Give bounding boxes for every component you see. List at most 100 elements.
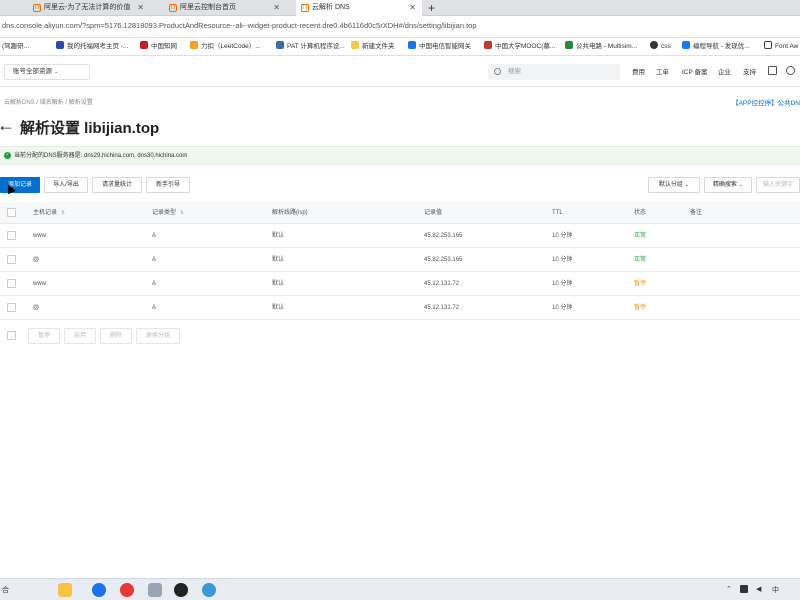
table-row[interactable]: www A 默认 45.12.131.72 10 分钟 暂停: [0, 272, 800, 296]
volume-icon[interactable]: ◀: [756, 585, 761, 593]
edge-icon[interactable]: [92, 583, 106, 597]
os-taskbar: 合 ⌃ ◀ 中: [0, 578, 800, 600]
gateway-favicon-icon: [408, 41, 416, 49]
browser-tab-console[interactable]: [ ] 阿里云控制台首页 ✕: [164, 0, 286, 16]
bookmark-item[interactable]: 公共电路 - Multisim...: [565, 41, 637, 53]
col-host[interactable]: 主机记录 ⇅: [33, 202, 65, 224]
bulk-select-checkbox[interactable]: [7, 331, 16, 340]
cell-host: @: [33, 257, 40, 263]
css-favicon-icon: [650, 41, 658, 49]
bookmark-item[interactable]: Font Aw: [764, 41, 798, 53]
nav-icp[interactable]: ICP 备案: [682, 66, 708, 76]
tab-label: 阿里云控制台首页: [180, 4, 236, 11]
browser-tab-aliyun-home[interactable]: [ ] 阿里云-为了无法计算的价值 ✕: [28, 0, 150, 16]
cell-value: 45.12.131.72: [424, 305, 460, 311]
back-arrow-icon[interactable]: ←: [0, 115, 15, 135]
browser-tab-dns[interactable]: [ ] 云解析 DNS ✕: [296, 0, 422, 16]
sort-icon[interactable]: ⇅: [61, 210, 65, 216]
col-ttl: TTL: [552, 210, 563, 216]
console-search-input[interactable]: 搜索: [488, 64, 620, 80]
chevron-down-icon: ⌄: [54, 69, 59, 75]
row-checkbox[interactable]: [7, 231, 16, 240]
bookmark-item[interactable]: 中国大学MOOC(慕...: [484, 41, 555, 53]
status-badge: 暂停: [634, 281, 647, 287]
taskbar-search-label[interactable]: 合: [2, 585, 9, 595]
cell-value: 45.12.131.72: [424, 281, 460, 287]
search-mode-select[interactable]: 精确搜索 ⌄: [704, 177, 752, 193]
nav-support[interactable]: 支持: [743, 66, 756, 76]
close-tab-icon[interactable]: ✕: [273, 0, 280, 16]
status-badge: 正常: [634, 233, 647, 239]
bulk-pause-button[interactable]: 暂停: [28, 328, 60, 344]
cell-ttl: 10 分钟: [552, 257, 573, 263]
table-row[interactable]: @ A 默认 45.82.253.165 10 分钟 正常: [0, 248, 800, 272]
app-icon[interactable]: [148, 583, 162, 597]
table-row[interactable]: www A 默认 45.82.253.165 10 分钟 正常: [0, 224, 800, 248]
new-tab-button[interactable]: +: [428, 0, 435, 16]
nav-enterprise[interactable]: 企业: [718, 66, 731, 76]
tray-app-icon[interactable]: [740, 585, 748, 593]
notification-icon[interactable]: [786, 66, 795, 75]
table-row[interactable]: @ A 默认 45.12.131.72 10 分钟 暂停: [0, 296, 800, 320]
terminal-icon[interactable]: [768, 66, 777, 75]
app-icon[interactable]: [202, 583, 216, 597]
close-tab-icon[interactable]: ✕: [409, 0, 416, 16]
cell-line: 默认: [272, 257, 285, 263]
row-checkbox[interactable]: [7, 303, 16, 312]
bookmark-item[interactable]: (驾趣研...: [2, 41, 29, 53]
cell-value: 45.82.253.165: [424, 233, 463, 239]
cell-type: A: [152, 257, 157, 263]
nav-billing[interactable]: 费用: [632, 66, 645, 76]
cell-line: 默认: [272, 233, 285, 239]
page-title: 解析设置 libijian.top: [20, 120, 160, 137]
bookmark-item[interactable]: css: [650, 41, 671, 53]
col-type[interactable]: 记录类型 ⇅: [152, 202, 184, 224]
request-stats-button[interactable]: 请求量统计: [92, 177, 142, 193]
row-checkbox[interactable]: [7, 255, 16, 264]
chevron-down-icon: ⌄: [738, 182, 744, 188]
url-text[interactable]: dns.console.aliyun.com/?spm=5176.1281809…: [2, 21, 477, 30]
import-export-button[interactable]: 导入/导出: [44, 177, 88, 193]
status-badge: 正常: [634, 257, 647, 263]
toefl-favicon-icon: [56, 41, 64, 49]
breadcrumb-item[interactable]: 云解析DNS: [4, 100, 35, 106]
breadcrumb-item[interactable]: 域名解析: [40, 100, 64, 106]
nav-tickets[interactable]: 工单: [656, 66, 669, 76]
console-top-nav: 账号全部资源 ⌄ 搜索 费用 工单 ICP 备案 企业 支持: [0, 57, 800, 87]
app-promo-link[interactable]: 【APP控控停】公共DN: [732, 97, 800, 107]
col-status: 状态: [634, 210, 647, 216]
keyword-input[interactable]: 输入关键字: [756, 177, 800, 193]
chrome-icon[interactable]: [120, 583, 134, 597]
address-bar[interactable]: dns.console.aliyun.com/?spm=5176.1281809…: [0, 16, 800, 38]
search-icon: [494, 68, 501, 75]
bookmark-item[interactable]: 中国电信智能网关: [408, 41, 471, 53]
sort-icon[interactable]: ⇅: [180, 210, 184, 216]
chevron-up-icon[interactable]: ⌃: [726, 585, 732, 593]
tab-label: 阿里云-为了无法计算的价值: [44, 4, 131, 11]
bookmark-item[interactable]: PAT 计算机程序设...: [276, 41, 345, 53]
row-checkbox[interactable]: [7, 279, 16, 288]
cell-type: A: [152, 305, 157, 311]
group-select[interactable]: 默认分组 ⌄: [648, 177, 700, 193]
bookmark-item[interactable]: 新建文件夹: [351, 41, 395, 53]
tab-label: 云解析 DNS: [312, 4, 350, 11]
widget-icon[interactable]: [58, 583, 72, 597]
cell-host: www: [33, 233, 46, 239]
bulk-enable-button[interactable]: 启用: [64, 328, 96, 344]
bookmark-item[interactable]: 中国知网: [140, 41, 177, 53]
qq-icon[interactable]: [174, 583, 188, 597]
cell-line: 默认: [272, 305, 285, 311]
bookmark-item[interactable]: 编程导航 - 发现优...: [682, 41, 750, 53]
aliyun-favicon-icon: [ ]: [301, 4, 309, 12]
select-all-checkbox[interactable]: [7, 208, 16, 217]
breadcrumb: 云解析DNS / 域名解析 / 解析设置: [4, 100, 93, 106]
close-tab-icon[interactable]: ✕: [137, 0, 144, 16]
mooc-favicon-icon: [484, 41, 492, 49]
guide-button[interactable]: 新手引导: [146, 177, 190, 193]
input-method-icon[interactable]: 中: [772, 585, 779, 595]
bulk-change-group-button[interactable]: 更换分组: [136, 328, 180, 344]
bookmark-item[interactable]: 我的托福网考主页 -...: [56, 41, 128, 53]
bulk-delete-button[interactable]: 删除: [100, 328, 132, 344]
bookmark-item[interactable]: 力扣（LeetCode）...: [190, 41, 261, 53]
workspace-select[interactable]: 账号全部资源 ⌄: [4, 64, 90, 80]
